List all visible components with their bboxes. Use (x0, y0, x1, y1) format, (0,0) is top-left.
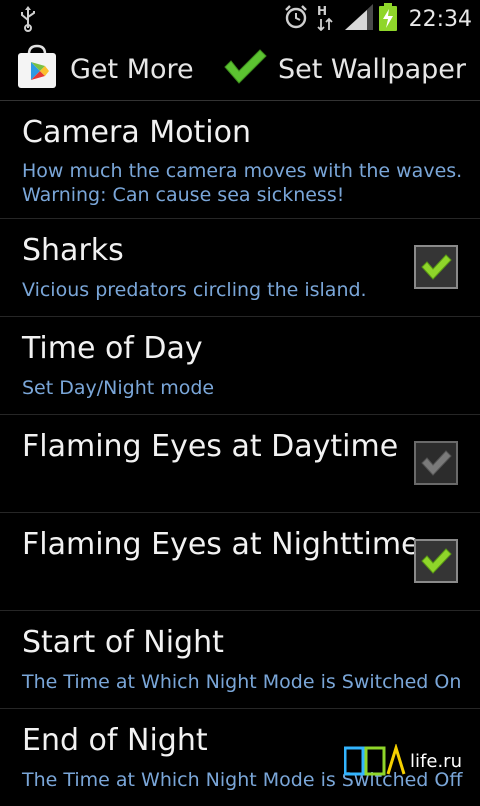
setting-summary: The Time at Which Night Mode is Switched… (22, 671, 462, 693)
pda-logo-icon (344, 744, 406, 776)
setting-summary: Vicious predators circling the island. (22, 279, 367, 301)
setting-sharks[interactable]: Sharks Vicious predators circling the is… (0, 219, 480, 317)
status-bar: H 22:34 (0, 0, 480, 38)
setting-title: End of Night (22, 723, 208, 758)
checkmark-icon (222, 47, 268, 91)
check-icon (421, 254, 452, 280)
setting-title: Flaming Eyes at Daytime (22, 429, 399, 464)
flaming-eyes-nighttime-checkbox[interactable] (414, 539, 458, 583)
action-bar: Get More Set Wallpaper (0, 38, 480, 101)
setting-summary: Set Day/Night mode (22, 377, 215, 399)
status-time: 22:34 (408, 6, 472, 32)
pdalife-watermark: life.ru (344, 744, 462, 778)
signal-icon (344, 4, 373, 34)
setting-time-of-day[interactable]: Time of Day Set Day/Night mode (0, 317, 480, 415)
sharks-checkbox[interactable] (414, 245, 458, 289)
setting-start-of-night[interactable]: Start of Night The Time at Which Night M… (0, 611, 480, 709)
check-icon (421, 450, 452, 476)
get-more-label: Get More (70, 53, 194, 85)
data-transfer-icon: H (315, 3, 339, 35)
set-wallpaper-label: Set Wallpaper (278, 53, 466, 85)
setting-flaming-eyes-nighttime[interactable]: Flaming Eyes at Nighttime (0, 513, 480, 611)
settings-list: Camera Motion How much the camera moves … (0, 101, 480, 806)
setting-title: Time of Day (22, 331, 203, 366)
setting-title: Flaming Eyes at Nighttime (22, 527, 420, 562)
setting-summary-warning: Warning: Can cause sea sickness! (22, 184, 345, 206)
flaming-eyes-daytime-checkbox[interactable] (414, 441, 458, 485)
set-wallpaper-button[interactable]: Set Wallpaper (222, 38, 466, 100)
setting-summary: How much the camera moves with the waves… (22, 160, 463, 182)
get-more-button[interactable]: Get More (14, 38, 194, 100)
check-icon (421, 548, 452, 574)
setting-title: Camera Motion (22, 115, 251, 150)
svg-text:H: H (317, 4, 327, 18)
setting-flaming-eyes-daytime[interactable]: Flaming Eyes at Daytime (0, 415, 480, 513)
watermark-text: life.ru (410, 750, 462, 772)
setting-camera-motion[interactable]: Camera Motion How much the camera moves … (0, 101, 480, 219)
setting-title: Sharks (22, 233, 124, 268)
battery-charging-icon (378, 3, 397, 35)
play-store-icon (14, 44, 60, 94)
alarm-icon (283, 4, 309, 34)
usb-icon (16, 6, 40, 32)
setting-title: Start of Night (22, 625, 224, 660)
